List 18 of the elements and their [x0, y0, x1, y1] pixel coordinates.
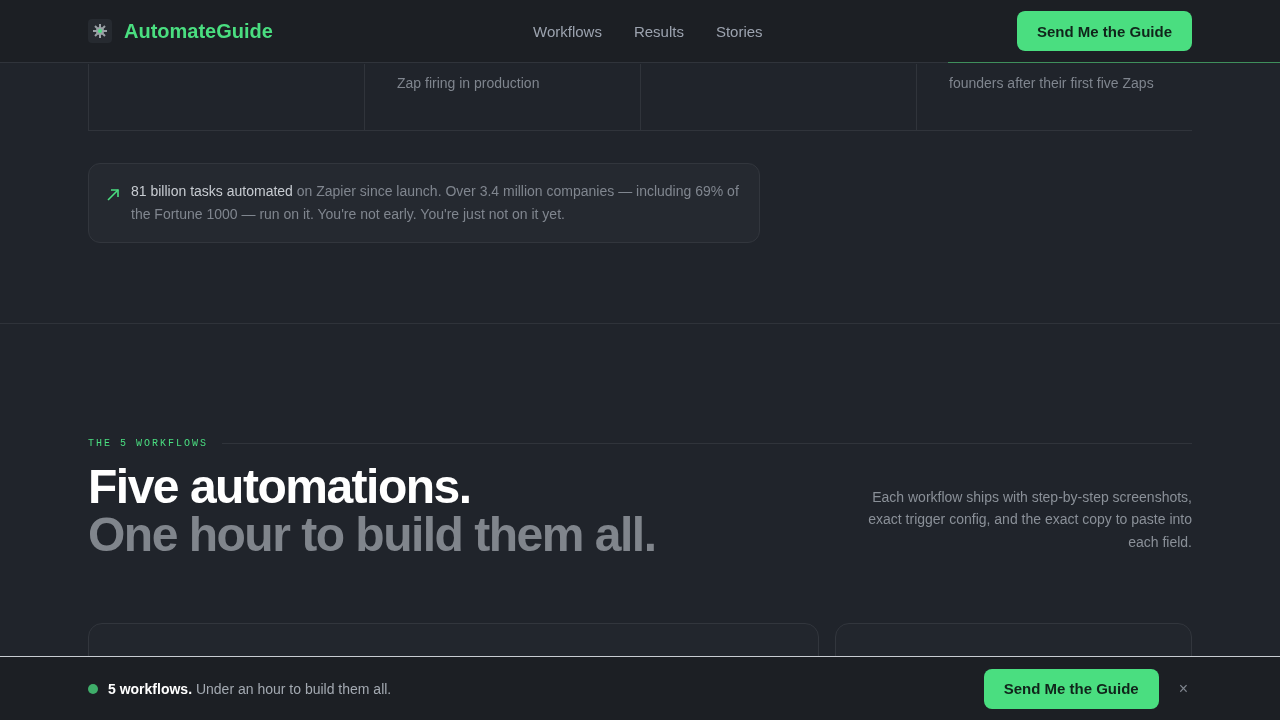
nav-link[interactable]: Results — [633, 22, 684, 40]
nav-link[interactable]: Workflows — [533, 22, 602, 40]
section-title: Five automations. — [88, 463, 472, 511]
send-guide-button[interactable]: Send Me the Guide — [1017, 11, 1192, 51]
status-dot — [88, 683, 98, 694]
callout-text: 81 billion tasks automated on Zapier since launch. Over 3.4 million companies — including 69% of the Fortune 1000 — run on it. You're not early. You're just not on it yet. — [131, 182, 740, 224]
brand-name[interactable]: AutomateGuide — [124, 19, 273, 43]
send-guide-button[interactable]: Send Me the Guide — [983, 668, 1159, 709]
section-description: Each workflow ships with step-by-step screenshots, exact trigger config, and the exact copy to paste into each field. — [867, 487, 1192, 552]
trend-arrow-icon — [107, 189, 119, 201]
stat-caption: founders after their first five Zaps — [949, 75, 1154, 91]
gear-icon — [88, 19, 112, 43]
nav-link[interactable]: Stories — [715, 22, 763, 40]
section-subtitle: One hour to build them all. — [88, 511, 656, 559]
stat-caption: Zap firing in production — [397, 75, 540, 91]
close-button[interactable]: × — [1174, 679, 1192, 698]
section-eyebrow: THE 5 WORKFLOWS — [88, 438, 208, 449]
bottom-bar-text: 5 workflows. Under an hour to build them all. — [108, 680, 393, 697]
